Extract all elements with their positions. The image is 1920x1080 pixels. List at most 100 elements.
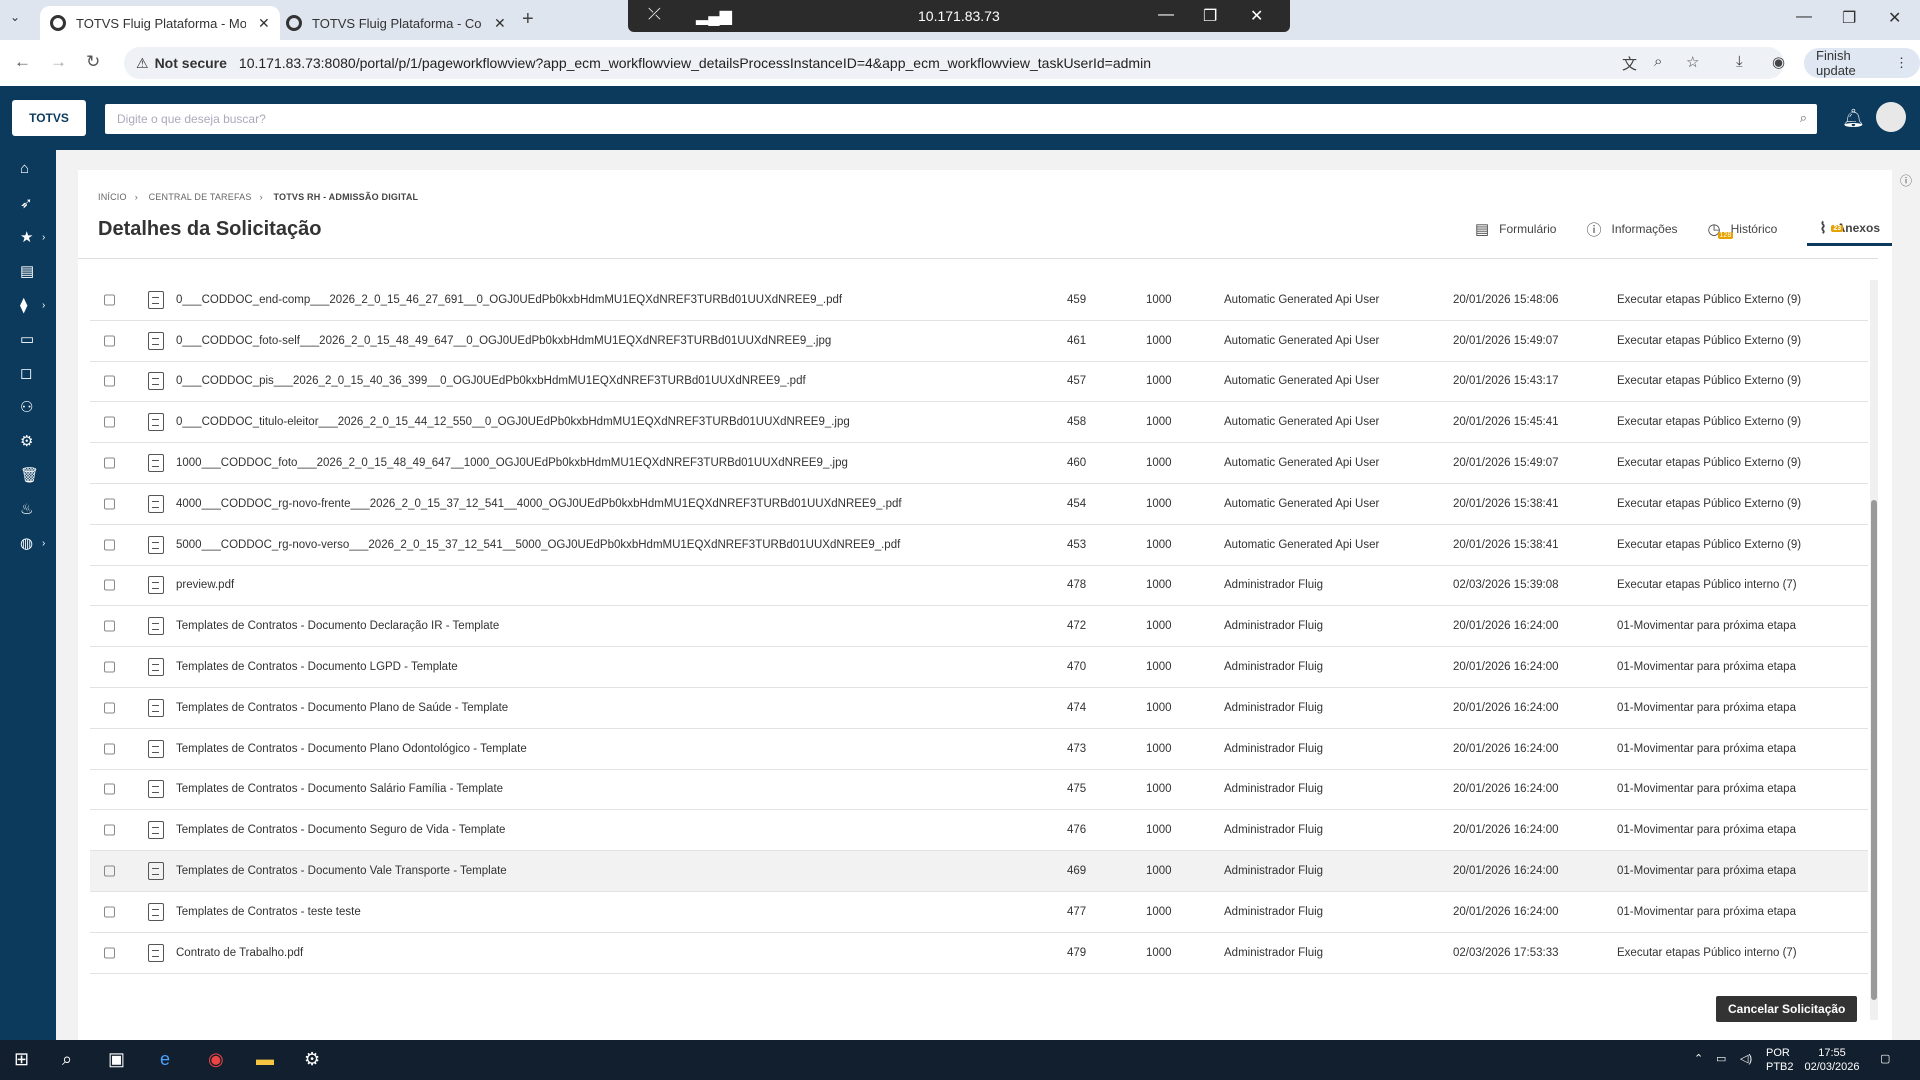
- remote-minimize-icon[interactable]: —: [1158, 6, 1174, 24]
- attachment-name[interactable]: Templates de Contratos - Documento Salár…: [176, 783, 503, 795]
- row-checkbox[interactable]: [104, 783, 115, 795]
- translate-icon[interactable]: 文: [1622, 53, 1637, 74]
- table-row[interactable]: Templates de Contratos - Documento Salár…: [90, 770, 1868, 811]
- remote-close-icon[interactable]: ✕: [1250, 6, 1263, 26]
- download-icon[interactable]: ⤓: [1736, 53, 1743, 70]
- star-icon[interactable]: ★: [20, 228, 33, 246]
- unpin-icon[interactable]: ⤫: [648, 6, 661, 24]
- row-checkbox[interactable]: [104, 498, 115, 510]
- windows-start-icon[interactable]: ⊞: [14, 1049, 29, 1070]
- process-icon[interactable]: ⧫: [20, 296, 27, 314]
- table-row[interactable]: 0___CODDOC_pis___2026_2_0_15_40_36_399__…: [90, 362, 1868, 403]
- finish-update-button[interactable]: Finish update ⋮: [1804, 48, 1920, 78]
- cancel-request-button[interactable]: Cancelar Solicitação: [1716, 996, 1858, 1022]
- browser-tab[interactable]: TOTVS Fluig Plataforma - Comp ✕: [276, 6, 516, 40]
- attachment-name[interactable]: 4000___CODDOC_rg-novo-frente___2026_2_0_…: [176, 498, 902, 510]
- row-checkbox[interactable]: [104, 702, 115, 714]
- attachment-name[interactable]: Templates de Contratos - Documento Plano…: [176, 702, 508, 714]
- attachment-name[interactable]: Templates de Contratos - Documento Plano…: [176, 743, 527, 755]
- back-icon[interactable]: ←: [14, 52, 31, 72]
- row-checkbox[interactable]: [104, 865, 115, 877]
- row-checkbox[interactable]: [104, 375, 115, 387]
- attachment-name[interactable]: Templates de Contratos - Documento Decla…: [176, 620, 499, 632]
- attachment-name[interactable]: 1000___CODDOC_foto___2026_2_0_15_48_49_6…: [176, 457, 848, 469]
- row-checkbox[interactable]: [104, 661, 115, 673]
- table-row[interactable]: preview.pdf 478 1000 Administrador Fluig 02/…: [90, 566, 1868, 607]
- tab-informacoes[interactable]: ⓘ Informações: [1586, 219, 1677, 240]
- totvs-logo[interactable]: TOTVS: [12, 100, 86, 136]
- global-search-input[interactable]: Digite o que deseja buscar? ⌕: [105, 104, 1817, 134]
- table-row[interactable]: Templates de Contratos - Documento Segur…: [90, 810, 1868, 852]
- attachment-name[interactable]: 5000___CODDOC_rg-novo-verso___2026_2_0_1…: [176, 539, 900, 551]
- breadcrumb-item[interactable]: CENTRAL DE TAREFAS: [149, 192, 252, 202]
- table-row[interactable]: 4000___CODDOC_rg-novo-frente___2026_2_0_…: [90, 484, 1868, 525]
- users-icon[interactable]: ⚇: [20, 398, 33, 416]
- row-checkbox[interactable]: [104, 947, 115, 959]
- bookmark-star-icon[interactable]: ☆: [1686, 53, 1699, 71]
- attachment-name[interactable]: Templates de Contratos - Documento Segur…: [176, 824, 505, 836]
- table-row[interactable]: Templates de Contratos - Documento Plano…: [90, 688, 1868, 729]
- url-bar[interactable]: ⚠ Not secure 10.171.83.73:8080/portal/p/…: [124, 47, 1784, 79]
- table-scrollbar[interactable]: [1870, 280, 1878, 1020]
- input-language[interactable]: POR PTB2: [1766, 1046, 1794, 1074]
- chat-icon[interactable]: ◻: [20, 364, 32, 382]
- row-checkbox[interactable]: [104, 906, 115, 918]
- row-checkbox[interactable]: [104, 824, 115, 836]
- rocket-icon[interactable]: ➶: [20, 194, 33, 212]
- table-row[interactable]: 5000___CODDOC_rg-novo-verso___2026_2_0_1…: [90, 525, 1868, 566]
- close-tab-icon[interactable]: ✕: [258, 15, 270, 32]
- home-icon[interactable]: ⌂: [20, 160, 29, 177]
- row-checkbox[interactable]: [104, 743, 115, 755]
- tab-search-icon[interactable]: ⌄: [10, 10, 20, 24]
- table-row[interactable]: Templates de Contratos - Documento Decla…: [90, 606, 1868, 648]
- volume-icon[interactable]: ◁): [1740, 1052, 1752, 1066]
- close-window-icon[interactable]: ✕: [1888, 8, 1901, 28]
- tray-chevron-icon[interactable]: ⌃: [1694, 1052, 1703, 1066]
- forward-icon[interactable]: →: [50, 52, 67, 72]
- task-view-icon[interactable]: ▣: [108, 1049, 125, 1070]
- attachment-name[interactable]: preview.pdf: [176, 579, 234, 591]
- notification-center-icon[interactable]: ▢: [1880, 1052, 1890, 1066]
- message-icon[interactable]: ▭: [20, 330, 34, 348]
- table-row[interactable]: Contrato de Trabalho.pdf 479 1000 Administr…: [90, 933, 1868, 974]
- attachment-name[interactable]: 0___CODDOC_end-comp___2026_2_0_15_46_27_…: [176, 294, 842, 306]
- table-row[interactable]: 0___CODDOC_foto-self___2026_2_0_15_48_49…: [90, 321, 1868, 362]
- table-row[interactable]: Templates de Contratos - Documento Plano…: [90, 729, 1868, 770]
- scrollbar-thumb[interactable]: [1871, 500, 1877, 1000]
- attachment-name[interactable]: Contrato de Trabalho.pdf: [176, 947, 303, 959]
- search-icon[interactable]: ⌕: [1800, 110, 1807, 126]
- table-row[interactable]: 0___CODDOC_end-comp___2026_2_0_15_46_27_…: [90, 280, 1868, 321]
- new-tab-icon[interactable]: +: [522, 8, 534, 31]
- row-checkbox[interactable]: [104, 294, 115, 306]
- row-checkbox[interactable]: [104, 539, 115, 551]
- notification-bell-icon[interactable]: 🔔︎: [1842, 108, 1865, 129]
- search-icon[interactable]: ⌕: [62, 1049, 72, 1070]
- table-row[interactable]: Templates de Contratos - teste teste 477 1…: [90, 892, 1868, 933]
- browser-tab-active[interactable]: TOTVS Fluig Plataforma - Movi ✕: [40, 6, 280, 40]
- tab-historico[interactable]: ◷ 128 Histórico: [1708, 220, 1777, 239]
- tab-formulario[interactable]: ▤ Formulário: [1475, 220, 1557, 238]
- attachment-name[interactable]: 0___CODDOC_foto-self___2026_2_0_15_48_49…: [176, 335, 831, 347]
- row-checkbox[interactable]: [104, 457, 115, 469]
- attachment-name[interactable]: Templates de Contratos - Documento Vale …: [176, 865, 507, 877]
- table-row[interactable]: Templates de Contratos - Documento Vale …: [90, 851, 1868, 892]
- clock[interactable]: 17:55 02/03/2026: [1800, 1046, 1864, 1074]
- zoom-icon[interactable]: ⌕: [1654, 53, 1662, 70]
- drop-icon[interactable]: ♨: [20, 500, 33, 518]
- tab-anexos[interactable]: ⌇ 23 Anexos: [1807, 213, 1892, 246]
- document-icon[interactable]: ▤: [20, 262, 34, 280]
- chrome-icon[interactable]: ◉: [208, 1049, 224, 1070]
- attachment-name[interactable]: Templates de Contratos - Documento LGPD …: [176, 661, 458, 673]
- ie-icon[interactable]: e: [160, 1049, 170, 1070]
- remote-restore-icon[interactable]: ❐: [1203, 6, 1217, 26]
- globe-icon[interactable]: ◍: [20, 534, 33, 552]
- restore-icon[interactable]: ❐: [1842, 8, 1856, 28]
- profile-icon[interactable]: ◉: [1772, 53, 1785, 71]
- help-icon[interactable]: ⓘ: [1900, 172, 1912, 189]
- attachment-name[interactable]: 0___CODDOC_pis___2026_2_0_15_40_36_399__…: [176, 375, 806, 387]
- reload-icon[interactable]: ↻: [86, 52, 100, 72]
- settings-icon[interactable]: ⚙: [304, 1049, 320, 1070]
- table-row[interactable]: 1000___CODDOC_foto___2026_2_0_15_48_49_6…: [90, 443, 1868, 484]
- close-tab-icon[interactable]: ✕: [494, 15, 506, 32]
- table-row[interactable]: 0___CODDOC_titulo-eleitor___2026_2_0_15_…: [90, 402, 1868, 444]
